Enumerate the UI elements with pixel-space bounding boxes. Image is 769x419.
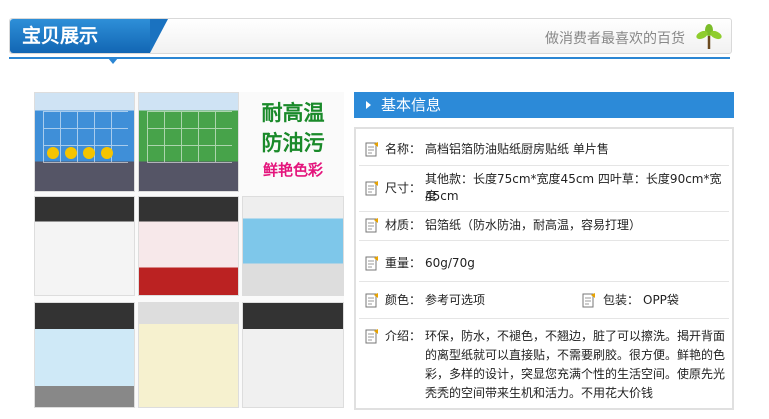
row-divider: [359, 281, 729, 282]
product-photo-sunflower: [34, 92, 135, 192]
info-table: 名称： 高档铝箔防油贴纸厨房贴纸 单片售 尺寸： 其他款：长度75cm*宽度45…: [354, 127, 734, 410]
note-icon: [365, 329, 378, 344]
info-row-size: 尺寸： 其他款：长度75cm*宽度45cm 四叶草：长度90cm*宽度 45cm: [359, 171, 729, 205]
row-divider: [359, 211, 729, 212]
store-slogan: 做消费者最喜欢的百货: [545, 31, 685, 47]
promo-line-color: 鲜艳色彩: [262, 161, 323, 179]
note-icon: [365, 293, 378, 308]
header-pointer: [108, 58, 118, 64]
note-icon: [365, 181, 378, 196]
info-section-title: 基本信息: [354, 92, 734, 118]
note-icon: [582, 293, 595, 308]
note-icon: [365, 218, 378, 233]
promo-line-heat: 耐高温: [261, 101, 325, 125]
note-icon: [365, 142, 378, 157]
tree-icon: [696, 24, 722, 49]
row-divider: [359, 165, 729, 166]
note-icon: [365, 256, 378, 271]
promo-text-block: 耐高温 防油污 鲜艳色彩: [242, 92, 344, 192]
row-divider: [359, 318, 729, 319]
header-tab-corner: [150, 19, 168, 53]
promo-line-oil: 防油污: [261, 131, 325, 155]
product-image-collage[interactable]: 耐高温 防油污 鲜艳色彩: [34, 92, 344, 408]
product-photo-fruit: [138, 302, 239, 408]
info-row-intro: 介绍： 环保，防水，不褪色，不翘边，脏了可以擦洗。揭开背面 的离型纸就可以直接贴…: [359, 328, 729, 406]
product-photo-cat: [242, 196, 344, 296]
product-photo-tree: [34, 196, 135, 296]
row-divider: [359, 240, 729, 241]
product-photo-flower: [138, 196, 239, 296]
section-header: 宝贝展示 做消费者最喜欢的百货: [9, 18, 732, 54]
product-photo-ink: [242, 302, 344, 408]
section-title: 宝贝展示: [10, 19, 150, 53]
product-photo-blue-floral: [34, 302, 135, 408]
product-photo-clover: [138, 92, 239, 192]
